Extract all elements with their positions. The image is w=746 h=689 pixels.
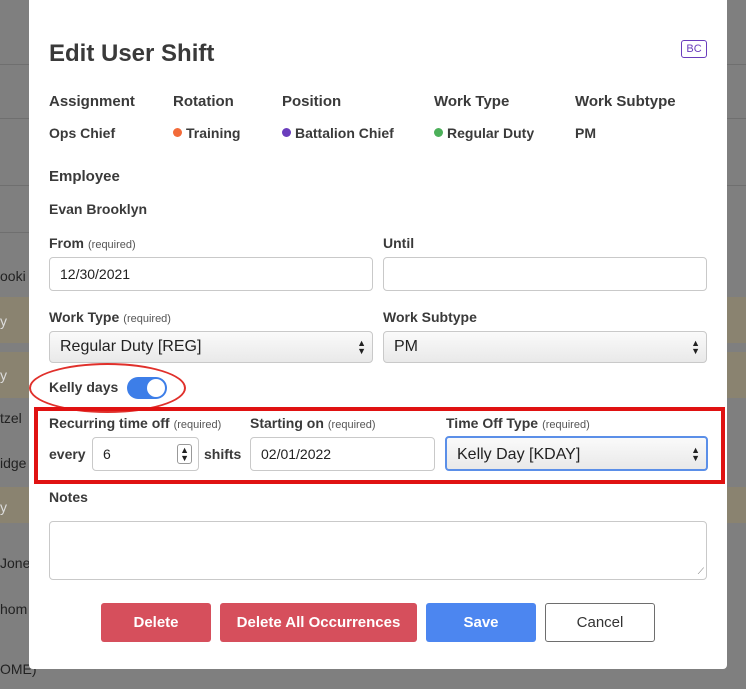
rotation-label: Rotation: [173, 93, 234, 110]
rotation-color-dot: [173, 128, 182, 137]
until-label: Until: [383, 235, 415, 251]
delete-button[interactable]: Delete: [101, 603, 211, 642]
bg-row-text: y: [0, 313, 7, 329]
notes-label: Notes: [49, 489, 88, 505]
select-arrows-icon: ▲ ▼: [691, 338, 700, 356]
bg-divider: [0, 118, 32, 119]
from-label: From (required): [49, 235, 136, 251]
required-note: (required): [88, 239, 136, 251]
assignment-value: Ops Chief: [49, 125, 116, 141]
work-type-text: Regular Duty: [447, 125, 535, 141]
bg-divider: [726, 185, 746, 186]
bg-row-text: OME): [0, 661, 37, 677]
employee-value: Evan Brooklyn: [49, 201, 148, 217]
work-subtype-select[interactable]: PM ▲ ▼: [383, 331, 707, 363]
delete-all-occurrences-button[interactable]: Delete All Occurrences: [220, 603, 417, 642]
rotation-value: Training: [173, 125, 240, 141]
bg-row-text: idge: [0, 455, 27, 471]
bg-divider: [0, 185, 32, 186]
work-type-label: Work Type: [434, 93, 510, 110]
save-button[interactable]: Save: [426, 603, 536, 642]
from-date-input[interactable]: 12/30/2021: [49, 257, 373, 291]
bg-row-text: tzel: [0, 410, 22, 426]
bg-highlight-row: [726, 297, 746, 343]
work-subtype-select-value: PM: [394, 338, 418, 355]
annotation-ellipse: [29, 363, 186, 413]
bg-divider: [0, 232, 32, 233]
bg-row-text: hom: [0, 601, 28, 617]
work-type-select[interactable]: Regular Duty [REG] ▲ ▼: [49, 331, 373, 363]
assignment-label: Assignment: [49, 93, 135, 110]
position-color-dot: [282, 128, 291, 137]
work-type-value: Regular Duty: [434, 125, 534, 141]
bc-badge: BC: [681, 40, 707, 58]
bg-row-text: Jone: [0, 555, 31, 571]
bg-divider: [726, 118, 746, 119]
cancel-button[interactable]: Cancel: [545, 603, 655, 642]
work-subtype-value: PM: [575, 125, 596, 141]
position-value: Battalion Chief: [282, 125, 394, 141]
employee-label: Employee: [49, 168, 120, 185]
work-subtype-select-label: Work Subtype: [383, 309, 477, 325]
work-type-select-label-text: Work Type: [49, 309, 120, 325]
modal-title: Edit User Shift: [49, 40, 215, 67]
bg-divider: [0, 64, 32, 65]
select-arrows-icon: ▲ ▼: [357, 338, 366, 356]
from-label-text: From: [49, 235, 84, 251]
rotation-text: Training: [186, 125, 241, 141]
required-note: (required): [123, 313, 171, 325]
position-text: Battalion Chief: [295, 125, 394, 141]
work-type-select-value: Regular Duty [REG]: [60, 338, 202, 355]
work-type-color-dot: [434, 128, 443, 137]
annotation-rectangle: [34, 407, 725, 484]
bg-highlight-row: [726, 487, 746, 523]
bg-row-text: ooki: [0, 268, 26, 284]
bg-row-text: y: [0, 499, 7, 515]
bg-divider: [726, 64, 746, 65]
resize-handle-icon[interactable]: ⟋: [698, 566, 704, 577]
position-label: Position: [282, 93, 342, 110]
work-subtype-label: Work Subtype: [575, 93, 676, 110]
edit-user-shift-modal: Edit User Shift BC Assignment Rotation P…: [29, 0, 727, 669]
work-type-select-label: Work Type (required): [49, 309, 171, 325]
until-date-input[interactable]: [383, 257, 707, 291]
notes-textarea[interactable]: ⟋: [49, 521, 707, 580]
bg-highlight-row: [726, 352, 746, 398]
bg-row-text: y: [0, 367, 7, 383]
